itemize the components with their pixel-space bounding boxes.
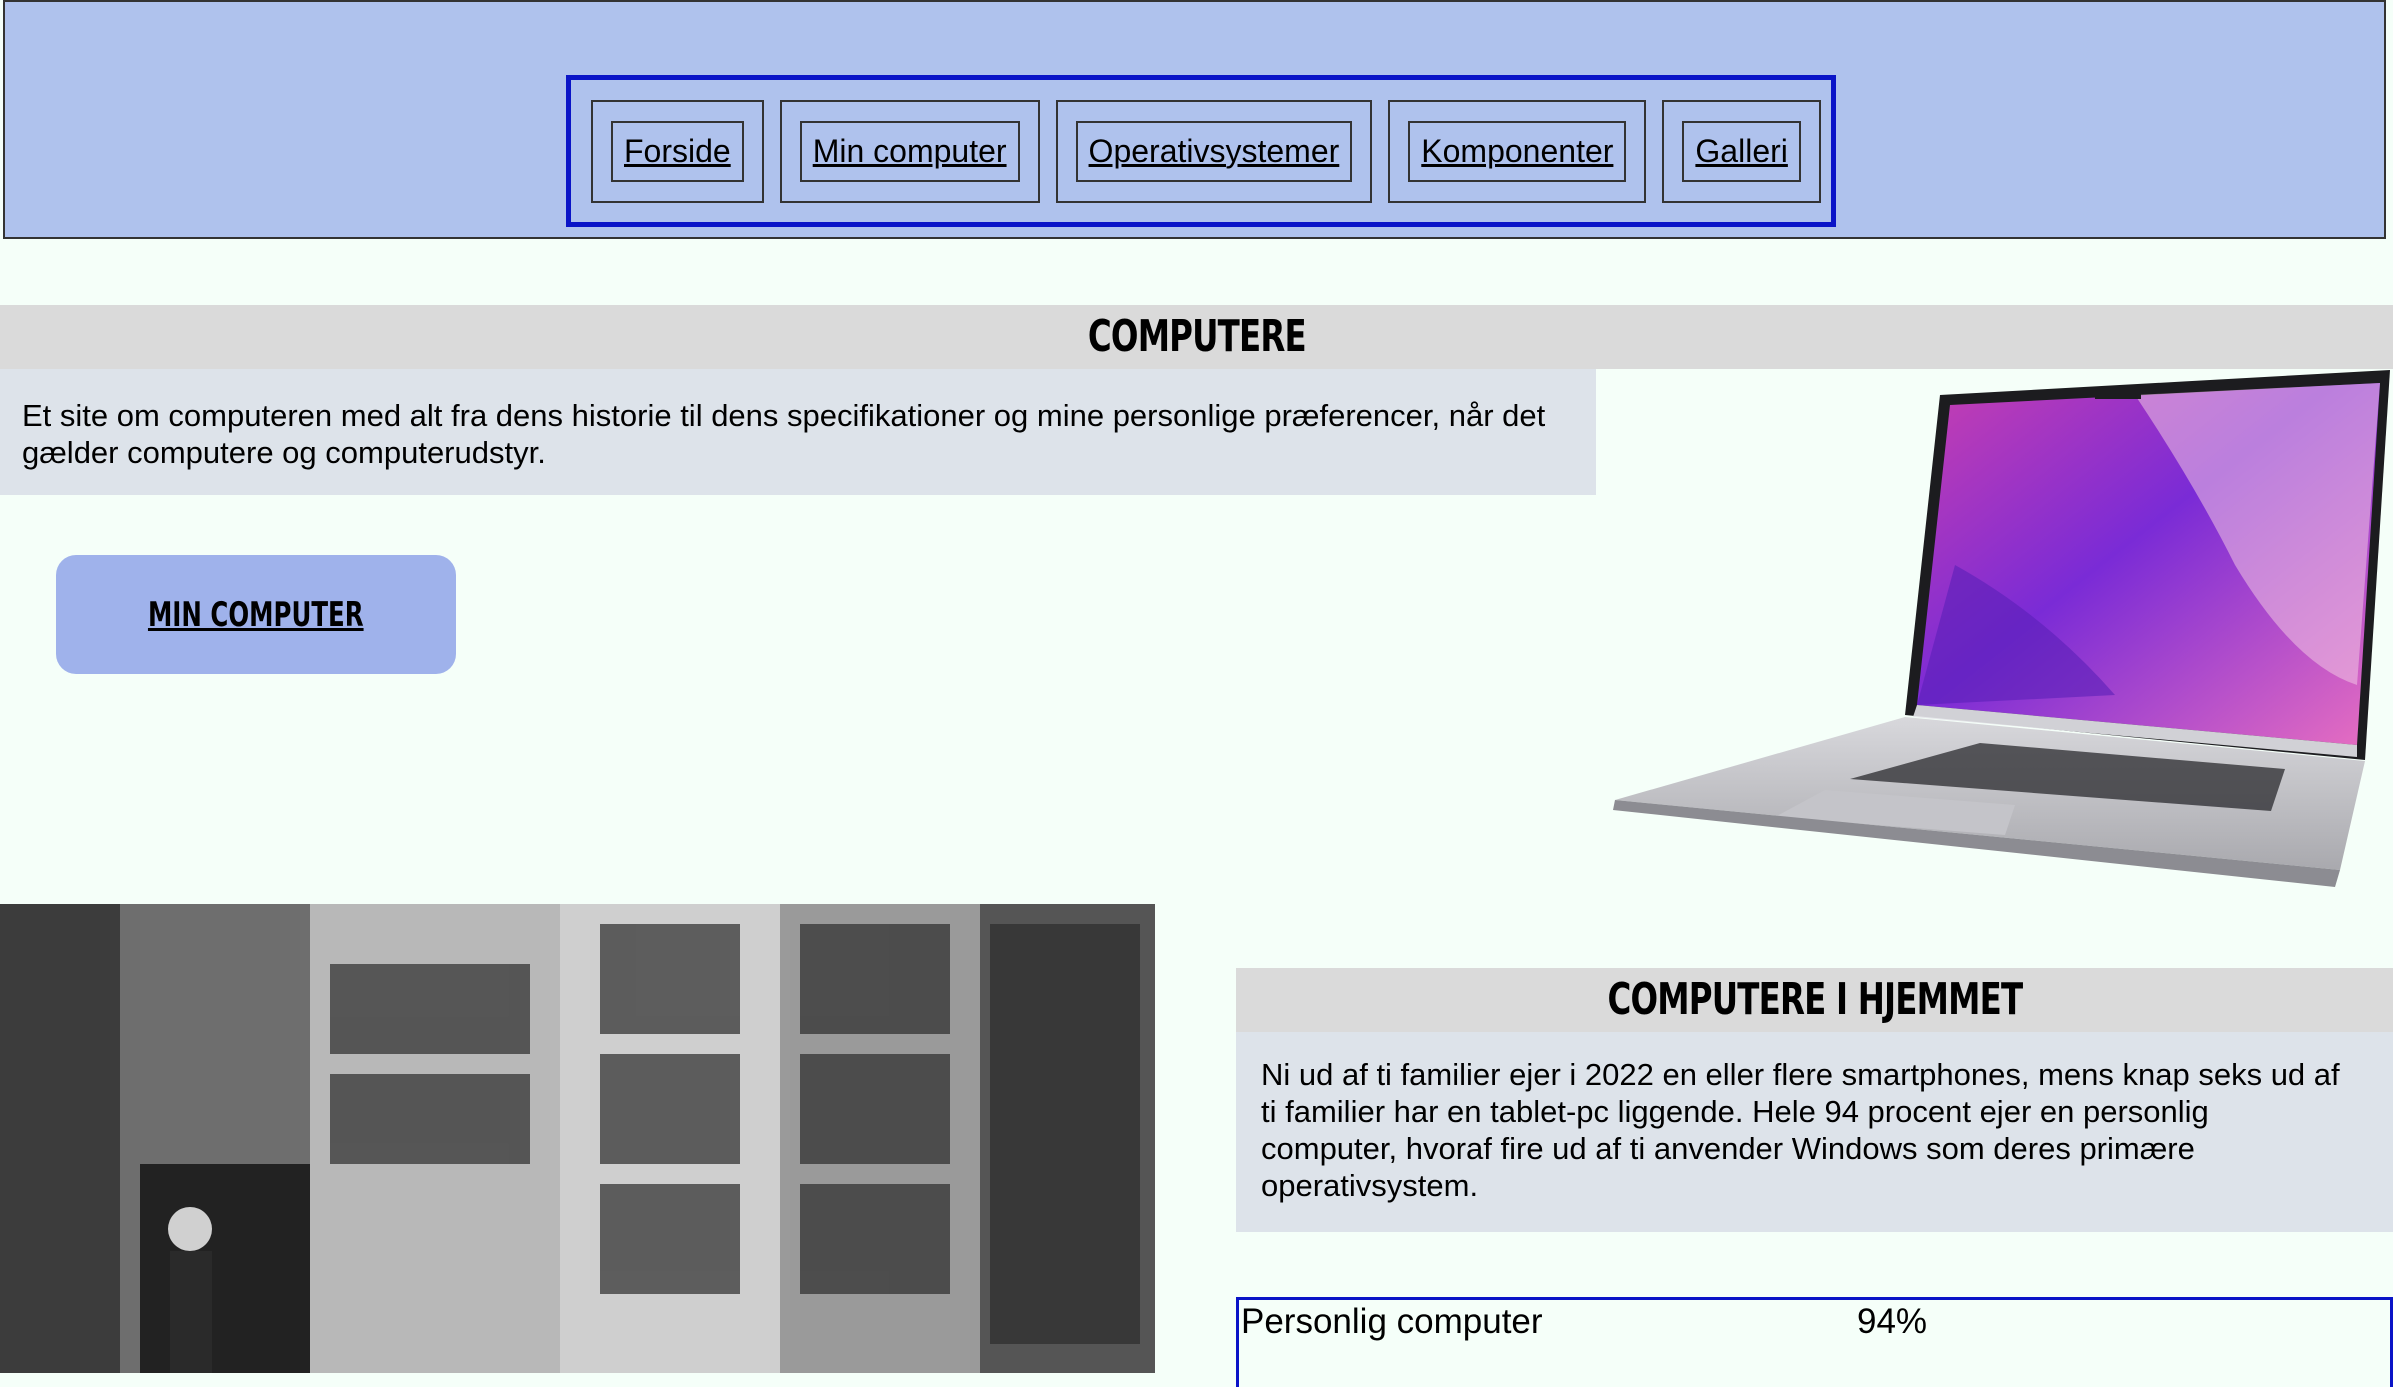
main-nav: Forside Min computer Operativsystemer Ko… bbox=[566, 75, 1836, 227]
nav-item-min-computer: Min computer bbox=[779, 99, 1040, 203]
nav-item-operativsystemer: Operativsystemer bbox=[1055, 99, 1373, 203]
hero-title-bar: COMPUTERE bbox=[0, 305, 2393, 369]
laptop-image bbox=[1613, 370, 2390, 887]
min-computer-button[interactable]: MIN COMPUTER bbox=[56, 555, 456, 674]
home-section-title-bar: COMPUTERE I HJEMMET bbox=[1236, 968, 2393, 1032]
site-header: Forside Min computer Operativsystemer Ko… bbox=[3, 0, 2386, 239]
intro-text: Et site om computeren med alt fra dens h… bbox=[0, 369, 1596, 495]
stats-table: Personlig computer 94% bbox=[1236, 1297, 2393, 1387]
nav-link-komponenter[interactable]: Komponenter bbox=[1408, 120, 1627, 182]
stat-value: 94% bbox=[1857, 1302, 1928, 1341]
nav-link-operativsystemer[interactable]: Operativsystemer bbox=[1075, 120, 1353, 182]
min-computer-button-label: MIN COMPUTER bbox=[148, 594, 364, 635]
stat-label: Personlig computer bbox=[1241, 1302, 1543, 1341]
historic-computer-photo bbox=[0, 904, 1155, 1373]
nav-item-forside: Forside bbox=[591, 99, 764, 203]
nav-link-galleri[interactable]: Galleri bbox=[1682, 120, 1801, 182]
nav-link-forside[interactable]: Forside bbox=[611, 120, 744, 182]
page-title: COMPUTERE bbox=[1087, 311, 1307, 362]
home-section-text: Ni ud af ti familier ejer i 2022 en elle… bbox=[1236, 1032, 2393, 1232]
home-section-title: COMPUTERE I HJEMMET bbox=[1607, 974, 2023, 1025]
nav-link-min-computer[interactable]: Min computer bbox=[799, 120, 1020, 182]
nav-item-komponenter: Komponenter bbox=[1388, 99, 1647, 203]
nav-item-galleri: Galleri bbox=[1662, 99, 1821, 203]
historic-computer-image bbox=[0, 904, 1155, 1373]
